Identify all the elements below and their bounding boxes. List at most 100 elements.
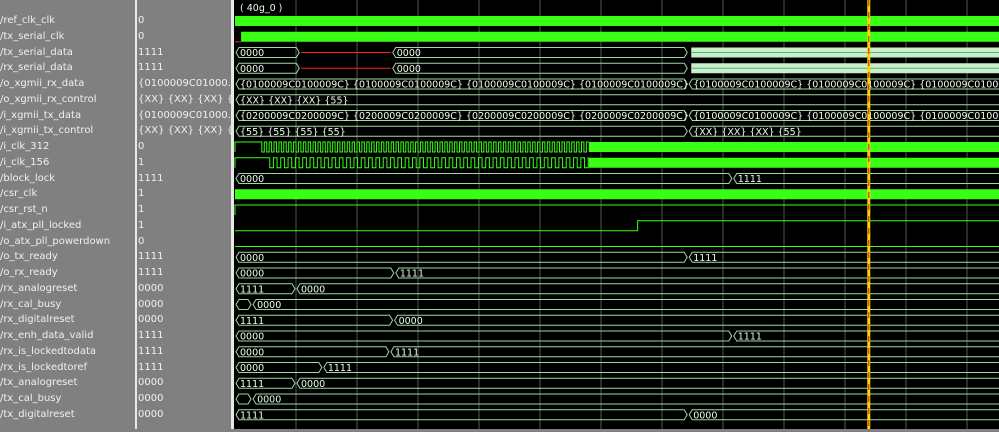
signal-name[interactable]: /rx_enh_data_valid: [0, 328, 133, 344]
bus-segment: [235, 299, 252, 310]
signal-name[interactable]: /i_xgmii_tx_control: [0, 123, 133, 139]
bus-value: {0200009C0200009C} {0200009C0200009C} {0…: [240, 111, 689, 122]
bus-value: {0100009C0100009C} {0100009C0100009C} {0…: [693, 111, 999, 122]
signal-name[interactable]: /ref_clk_clk: [0, 13, 133, 29]
wave-row: 0000 0000: [235, 47, 999, 59]
wave-row: [235, 16, 999, 26]
wave-row: [234, 204, 999, 215]
signal-name[interactable]: /rx_digitalreset: [0, 312, 133, 328]
bus-value: 1111: [240, 284, 264, 295]
bus-value: 1111: [240, 379, 264, 390]
bus-segment: [395, 267, 999, 279]
signal-value: 0000: [138, 377, 164, 389]
signal-value: 0000: [138, 282, 164, 294]
signal-name[interactable]: /tx_cal_busy: [0, 391, 133, 407]
signal-name[interactable]: /rx_analogreset: [0, 281, 133, 297]
signal-name[interactable]: /o_atx_pll_powerdown: [0, 234, 133, 250]
wave-row: 0000 0000: [235, 62, 999, 75]
bus-value: {XX} {XX} {XX} {55}: [240, 95, 349, 106]
bus-segment: [688, 409, 999, 421]
signal-value: 0000: [138, 298, 164, 310]
signal-name[interactable]: /o_xgmii_rx_control: [0, 92, 133, 108]
signal-name[interactable]: /csr_rst_n: [0, 202, 133, 218]
bus-value: 0000: [240, 174, 264, 185]
bus-value: 0000: [240, 48, 264, 59]
signal-value: 0: [138, 235, 145, 247]
bus-value: {0100009C0100009C} {0100009C0100009C} {0…: [240, 80, 689, 91]
bus-value: 1111: [400, 269, 424, 280]
signal-name[interactable]: /block_lock: [0, 171, 133, 187]
bus-segment: [235, 330, 733, 342]
signal-value: {XX} {XX} {XX} {55}: [138, 125, 234, 137]
signal-name[interactable]: /tx_analogreset: [0, 375, 133, 391]
wave-row: {0100009C0100009C} {0100009C0100009C} {0…: [235, 78, 999, 91]
bus-value: 0000: [397, 48, 421, 59]
wave-solid: [241, 31, 999, 42]
signal-value: 1111: [138, 345, 164, 357]
signal-name[interactable]: /tx_serial_clk: [0, 29, 133, 45]
signal-name[interactable]: /i_clk_312: [0, 139, 133, 155]
signal-value: 1111: [138, 62, 164, 74]
signal-name[interactable]: /i_clk_156: [0, 155, 133, 171]
signal-name[interactable]: /tx_digitalreset: [0, 407, 133, 423]
wave-row: 0000 1111: [235, 267, 999, 280]
wave-row: 1111 0000: [235, 283, 999, 295]
bus-value: 0000: [301, 284, 325, 295]
wave-row: [234, 157, 999, 169]
bus-value: 0000: [397, 64, 421, 75]
waveform-pane[interactable]: ( 40g_0 ) 0000 0000 0000 0000 {0100009C010000…: [234, 0, 999, 429]
bus-value: 0000: [240, 64, 264, 75]
signal-name[interactable]: /o_rx_ready: [0, 265, 133, 281]
signal-value: 0000: [138, 393, 164, 404]
signal-value: 1: [138, 188, 145, 200]
wave-row: [235, 31, 999, 43]
signal-value: 0: [138, 30, 145, 42]
signal-name[interactable]: /rx_is_lockedtoref: [0, 360, 133, 376]
bus-value: 0000: [240, 253, 264, 264]
wave-row: 0000 1111: [235, 362, 999, 374]
signal-values-pane: 0 0 1111 1111 {0100009C01000... {XX} {XX} {XX…: [135, 0, 234, 429]
signal-value: 1: [138, 219, 145, 231]
bus-value: 1111: [240, 316, 264, 327]
wave-row: 1111 0000: [235, 377, 999, 390]
signal-name[interactable]: /rx_is_lockedtodata: [0, 344, 133, 360]
bus-value: 1111: [693, 253, 717, 264]
signal-name[interactable]: /csr_clk: [0, 186, 133, 202]
wave-row: 1111 0000: [235, 314, 999, 327]
signal-name[interactable]: /rx_cal_busy: [0, 297, 133, 313]
wave-solid: [588, 142, 999, 152]
wave-row: [235, 189, 999, 200]
clock-wave: [234, 141, 589, 153]
signal-value: 1111: [138, 361, 164, 373]
bus-value: 1111: [738, 332, 762, 343]
bus-segment: [235, 173, 733, 184]
signal-value: 1: [138, 156, 145, 168]
bus-value: {0100009C0100009C} {0100009C0100009C} {0…: [693, 80, 999, 91]
bus-segment: [296, 377, 999, 389]
bus-segment: [252, 393, 999, 405]
bus-value: 0000: [240, 347, 264, 358]
cursor-label: ( 40g_0 ): [240, 3, 282, 14]
signal-name[interactable]: /rx_serial_data: [0, 60, 133, 76]
bus-value: 1111: [328, 363, 352, 374]
bus-value: {XX} {XX} {XX} {55}: [693, 127, 802, 138]
signal-value: 0: [138, 141, 145, 152]
bus-segment: [733, 173, 999, 184]
bus-segment: [235, 251, 688, 263]
waveform-canvas[interactable]: ( 40g_0 ) 0000 0000 0000 0000 {0100009C010000…: [234, 0, 999, 429]
wave-row: 0000 1111: [235, 330, 999, 343]
wave-row: 0000: [235, 393, 999, 406]
signal-name[interactable]: /i_atx_pll_locked: [0, 218, 133, 234]
signal-value: 1111: [138, 330, 164, 341]
signal-name[interactable]: /o_tx_ready: [0, 249, 133, 265]
bus-value: 0000: [257, 395, 281, 406]
signal-value: {0100009C01000...: [138, 109, 234, 121]
bit-wave: [234, 204, 999, 215]
wave-row: 1111 0000: [235, 409, 999, 421]
signal-value: 1111: [138, 172, 164, 184]
signal-name[interactable]: /i_xgmii_tx_data: [0, 108, 133, 124]
signal-name[interactable]: /tx_serial_data: [0, 45, 133, 61]
signal-name[interactable]: /o_xgmii_rx_data: [0, 76, 133, 92]
wave-solid: [235, 189, 999, 200]
wave-solid: [235, 16, 999, 26]
